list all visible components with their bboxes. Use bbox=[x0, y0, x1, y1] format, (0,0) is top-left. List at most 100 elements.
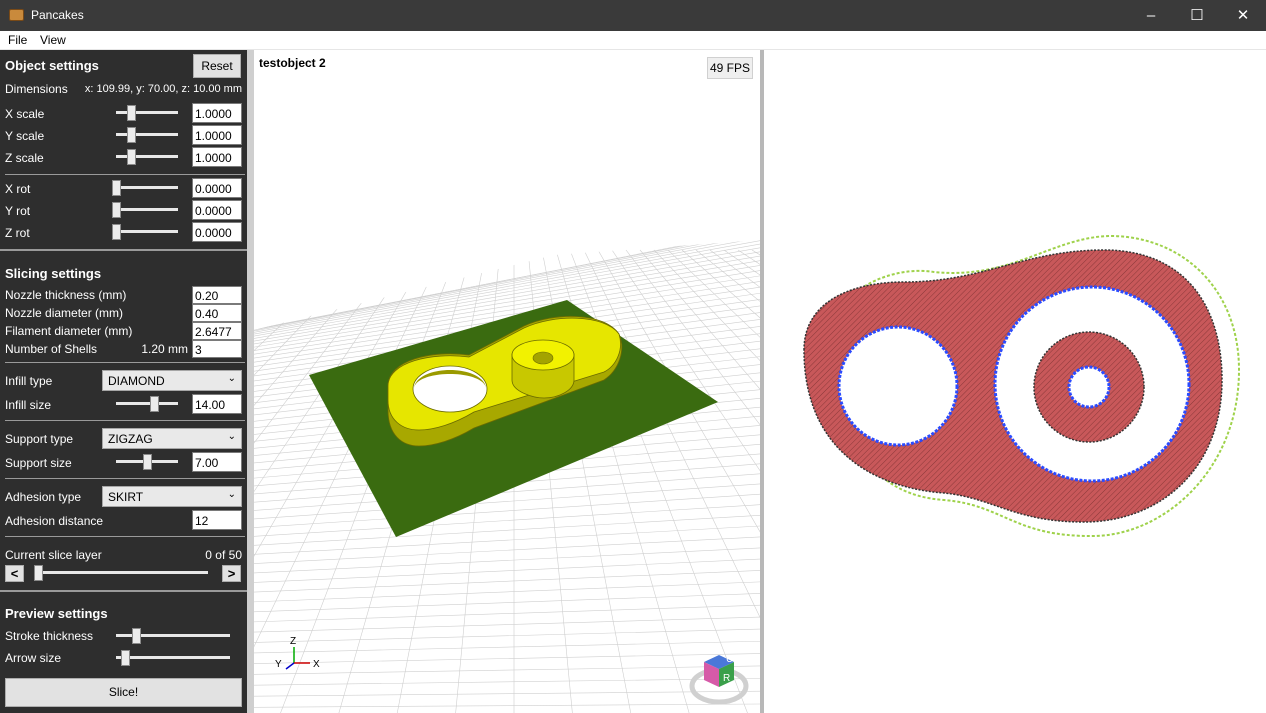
adhesion-distance-label: Adhesion distance bbox=[5, 514, 104, 528]
slice-layer-slider-thumb[interactable] bbox=[34, 565, 43, 581]
slice-button[interactable]: Slice! bbox=[5, 678, 242, 707]
stroke-thickness-slider[interactable] bbox=[116, 628, 230, 644]
support-size-slider[interactable] bbox=[116, 454, 178, 470]
slice-layer-label: Current slice layer bbox=[5, 548, 102, 562]
menu-view[interactable]: View bbox=[40, 33, 66, 47]
shells-label: Number of Shells bbox=[5, 342, 98, 356]
z-rot-slider-thumb[interactable] bbox=[112, 224, 121, 240]
y-rot-slider-thumb[interactable] bbox=[112, 202, 121, 218]
support-size-label: Support size bbox=[5, 456, 72, 470]
divider bbox=[5, 420, 245, 421]
divider bbox=[5, 174, 245, 175]
preview-settings-title: Preview settings bbox=[5, 606, 108, 621]
adhesion-type-select[interactable]: SKIRT ⌄ bbox=[102, 486, 242, 507]
slicing-settings-title: Slicing settings bbox=[5, 266, 102, 281]
slice-layer-slider[interactable] bbox=[34, 565, 208, 581]
minimize-button[interactable]: – bbox=[1128, 0, 1174, 31]
y-rot-input[interactable]: 0.0000 bbox=[192, 200, 242, 220]
axis-z-label: Z bbox=[290, 636, 296, 647]
z-rot-label: Z rot bbox=[5, 226, 30, 240]
view-cube-up-label: U bbox=[726, 654, 733, 665]
adhesion-type-value: SKIRT bbox=[108, 490, 144, 504]
support-type-label: Support type bbox=[5, 432, 74, 446]
infill-type-select[interactable]: DIAMOND ⌄ bbox=[102, 370, 242, 391]
slice-preview-2d[interactable] bbox=[764, 50, 1266, 713]
x-scale-slider[interactable] bbox=[116, 105, 178, 121]
adhesion-type-label: Adhesion type bbox=[5, 490, 82, 504]
adhesion-distance-input[interactable]: 12 bbox=[192, 510, 242, 530]
z-scale-label: Z scale bbox=[5, 151, 44, 165]
infill-size-slider-thumb[interactable] bbox=[150, 396, 159, 412]
x-rot-input[interactable]: 0.0000 bbox=[192, 178, 242, 198]
menu-file[interactable]: File bbox=[8, 33, 27, 47]
filament-diameter-input[interactable]: 2.6477 bbox=[192, 322, 242, 340]
divider bbox=[5, 536, 245, 537]
x-rot-slider[interactable] bbox=[112, 180, 178, 196]
support-size-slider-thumb[interactable] bbox=[143, 454, 152, 470]
stroke-thickness-label: Stroke thickness bbox=[5, 629, 94, 643]
y-rot-label: Y rot bbox=[5, 204, 31, 218]
infill-size-input[interactable]: 14.00 bbox=[192, 394, 242, 414]
nozzle-thickness-input[interactable]: 0.20 bbox=[192, 286, 242, 304]
x-rot-label: X rot bbox=[5, 182, 31, 196]
divider bbox=[5, 478, 245, 479]
nozzle-diameter-label: Nozzle diameter (mm) bbox=[5, 306, 124, 320]
left-hole-wall bbox=[837, 325, 959, 447]
menu-bar: File View bbox=[0, 31, 1266, 50]
y-rot-slider[interactable] bbox=[112, 202, 178, 218]
y-scale-slider-thumb[interactable] bbox=[127, 127, 136, 143]
z-scale-slider-thumb[interactable] bbox=[127, 149, 136, 165]
nozzle-diameter-input[interactable]: 0.40 bbox=[192, 304, 242, 322]
infill-size-slider[interactable] bbox=[116, 396, 178, 412]
shells-thickness: 1.20 mm bbox=[141, 342, 188, 356]
close-button[interactable]: ✕ bbox=[1220, 0, 1266, 31]
axis-x-label: X bbox=[313, 659, 320, 670]
fps-counter: 49 FPS bbox=[707, 57, 753, 79]
y-scale-slider[interactable] bbox=[116, 127, 178, 143]
prev-layer-button[interactable]: < bbox=[5, 565, 24, 582]
arrow-size-slider[interactable] bbox=[116, 650, 230, 666]
z-rot-slider[interactable] bbox=[112, 224, 178, 240]
z-scale-slider[interactable] bbox=[116, 149, 178, 165]
dimensions-label: Dimensions bbox=[5, 82, 68, 96]
support-size-input[interactable]: 7.00 bbox=[192, 452, 242, 472]
chevron-down-icon: ⌄ bbox=[227, 373, 236, 384]
nozzle-thickness-label: Nozzle thickness (mm) bbox=[5, 288, 127, 302]
y-scale-input[interactable]: 1.0000 bbox=[192, 125, 242, 145]
infill-type-label: Infill type bbox=[5, 374, 53, 388]
sidebar-scrollbar[interactable] bbox=[247, 50, 254, 713]
y-scale-label: Y scale bbox=[5, 129, 45, 143]
axis-gizmo bbox=[285, 647, 310, 670]
window-title: Pancakes bbox=[31, 8, 84, 22]
support-type-select[interactable]: ZIGZAG ⌄ bbox=[102, 428, 242, 449]
stroke-thickness-slider-thumb[interactable] bbox=[132, 628, 141, 644]
maximize-button[interactable]: ☐ bbox=[1174, 0, 1220, 31]
title-bar: Pancakes – ☐ ✕ bbox=[0, 0, 1266, 31]
scene-3d: Z Y X U R bbox=[254, 240, 760, 713]
settings-sidebar: Object settings Reset Dimensions x: 109.… bbox=[0, 50, 247, 713]
infill-size-label: Infill size bbox=[5, 398, 52, 412]
shells-input[interactable]: 3 bbox=[192, 340, 242, 358]
divider bbox=[5, 362, 245, 363]
x-scale-input[interactable]: 1.0000 bbox=[192, 103, 242, 123]
x-rot-slider-thumb[interactable] bbox=[112, 180, 121, 196]
z-scale-input[interactable]: 1.0000 bbox=[192, 147, 242, 167]
reset-button[interactable]: Reset bbox=[193, 54, 241, 78]
next-layer-button[interactable]: > bbox=[222, 565, 241, 582]
viewport-3d[interactable]: Z Y X U R testobject 2 49 FPS bbox=[254, 50, 760, 713]
arrow-size-slider-thumb[interactable] bbox=[121, 650, 130, 666]
x-scale-label: X scale bbox=[5, 107, 45, 121]
chevron-down-icon: ⌄ bbox=[227, 489, 236, 500]
section-divider bbox=[0, 249, 247, 251]
z-rot-input[interactable]: 0.0000 bbox=[192, 222, 242, 242]
object-settings-title: Object settings bbox=[5, 58, 99, 73]
slice-preview-canvas bbox=[803, 234, 1241, 538]
hub-hole-wall bbox=[1067, 365, 1111, 409]
dimensions-value: x: 109.99, y: 70.00, z: 10.00 mm bbox=[84, 83, 242, 95]
axis-y-label: Y bbox=[275, 659, 282, 670]
view-cube-right-label: R bbox=[723, 673, 730, 684]
support-type-value: ZIGZAG bbox=[108, 432, 153, 446]
x-scale-slider-thumb[interactable] bbox=[127, 105, 136, 121]
section-divider bbox=[0, 590, 247, 592]
infill-type-value: DIAMOND bbox=[108, 374, 165, 388]
